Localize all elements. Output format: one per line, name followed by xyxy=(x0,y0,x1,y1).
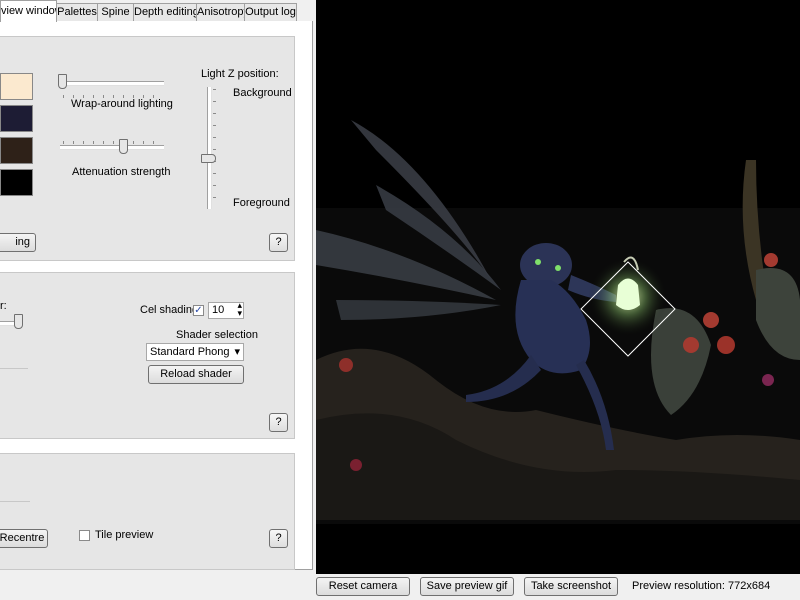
attenuation-ticks xyxy=(63,141,163,144)
attenuation-track xyxy=(60,145,164,150)
tab-anisotropy[interactable]: Anisotropy xyxy=(196,3,245,21)
wraparound-slider[interactable] xyxy=(58,74,67,89)
shading-help-button[interactable]: ? xyxy=(269,413,288,432)
cel-shading-label: Cel shading xyxy=(140,304,199,316)
attenuation-label: Attenuation strength xyxy=(72,166,171,178)
tile-preview-checkbox[interactable] xyxy=(79,530,90,541)
reset-camera-button[interactable]: Reset camera xyxy=(316,577,410,596)
tab-preview-window[interactable]: view window xyxy=(0,0,57,22)
shading-partial-label: r: xyxy=(0,300,7,312)
shader-selection-label: Shader selection xyxy=(176,329,258,341)
reload-shader-button[interactable]: Reload shader xyxy=(148,365,244,384)
view-help-button[interactable]: ? xyxy=(269,529,288,548)
tab-depth-editing[interactable]: Depth editing xyxy=(133,3,197,21)
background-color-swatch[interactable] xyxy=(0,169,33,196)
attenuation-slider[interactable] xyxy=(119,139,128,154)
spin-down-icon[interactable]: ▾ xyxy=(237,308,242,319)
ambient-color-swatch[interactable] xyxy=(0,105,33,132)
wraparound-label: Wrap-around lighting xyxy=(71,98,173,110)
lighting-button[interactable]: ing xyxy=(0,233,36,252)
wraparound-track xyxy=(60,81,164,86)
fairy-scene-image xyxy=(316,0,800,574)
cel-shading-checkbox[interactable]: ✓ xyxy=(193,305,204,316)
tile-preview-label: Tile preview xyxy=(95,529,154,541)
lighting-group: Wrap-around lighting Attenuation strengt… xyxy=(0,36,295,261)
bottom-toolbar: Reset camera Save preview gif Take scree… xyxy=(312,574,800,600)
cel-levels-spinner[interactable]: 10 ▴ ▾ xyxy=(208,300,244,319)
tab-spine[interactable]: Spine xyxy=(97,3,134,21)
light-color-swatch[interactable] xyxy=(0,73,33,100)
preview-resolution-label: Preview resolution: 772x684 xyxy=(632,580,771,592)
light-z-foreground-label: Foreground xyxy=(233,197,290,209)
tab-output-log[interactable]: Output log xyxy=(244,3,297,21)
view-group: Recentre Tile preview ? xyxy=(0,453,295,570)
lighting-help-button[interactable]: ? xyxy=(269,233,288,252)
light-z-label: Light Z position: xyxy=(201,68,279,80)
tab-palettes[interactable]: Palettes xyxy=(56,3,98,21)
light-z-slider[interactable] xyxy=(201,154,216,163)
tab-bar: view window Palettes Spine Depth editing… xyxy=(0,0,316,22)
shading-slider[interactable] xyxy=(14,314,23,329)
view-slider-track xyxy=(0,501,30,502)
preview-canvas[interactable] xyxy=(316,0,800,574)
tab-page: Wrap-around lighting Attenuation strengt… xyxy=(0,21,313,570)
shading-secondary-track xyxy=(0,368,28,369)
take-screenshot-button[interactable]: Take screenshot xyxy=(524,577,618,596)
shading-group: r: Cel shading ✓ 10 ▴ ▾ Shader selection… xyxy=(0,272,295,439)
chevron-down-icon: ▾ xyxy=(234,346,240,358)
shader-selection-dropdown[interactable]: Standard Phong ▾ xyxy=(146,343,244,361)
light-z-track xyxy=(207,87,212,209)
light-z-background-label: Background xyxy=(233,87,292,99)
recentre-button[interactable]: Recentre xyxy=(0,529,48,548)
shadow-color-swatch[interactable] xyxy=(0,137,33,164)
light-z-ticks xyxy=(213,89,216,209)
save-preview-gif-button[interactable]: Save preview gif xyxy=(420,577,514,596)
